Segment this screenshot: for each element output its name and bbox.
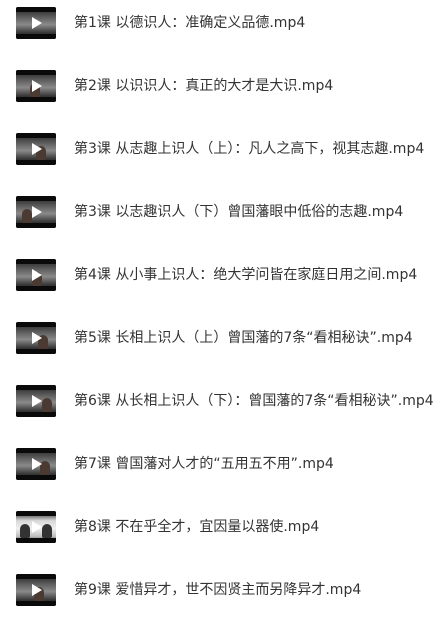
file-row-7[interactable]: 第6课 从长相上识人（下）：曾国藩的7条“看相秘诀”.mp4 bbox=[0, 381, 437, 421]
play-icon bbox=[32, 143, 42, 155]
play-icon bbox=[32, 584, 42, 596]
video-thumbnail[interactable] bbox=[16, 322, 56, 354]
play-icon bbox=[32, 17, 42, 29]
play-icon bbox=[32, 395, 42, 407]
file-row-1[interactable]: 第1课 以德识人：准确定义品德.mp4 bbox=[0, 3, 437, 43]
file-row-5[interactable]: 第4课 从小事上识人：绝大学问皆在家庭日用之间.mp4 bbox=[0, 255, 437, 295]
file-row-8[interactable]: 第7课 曾国藩对人才的“五用五不用”.mp4 bbox=[0, 444, 437, 484]
file-row-6[interactable]: 第5课 长相上识人（上）曾国藩的7条“看相秘诀”.mp4 bbox=[0, 318, 437, 358]
file-row-9[interactable]: 第8课 不在乎全才，宜因量以器使.mp4 bbox=[0, 507, 437, 547]
video-thumbnail[interactable] bbox=[16, 7, 56, 39]
play-icon bbox=[32, 206, 42, 218]
file-name[interactable]: 第4课 从小事上识人：绝大学问皆在家庭日用之间.mp4 bbox=[74, 265, 417, 285]
video-thumbnail[interactable] bbox=[16, 196, 56, 228]
file-name[interactable]: 第7课 曾国藩对人才的“五用五不用”.mp4 bbox=[74, 454, 334, 474]
file-row-2[interactable]: 第2课 以识识人：真正的大才是大识.mp4 bbox=[0, 66, 437, 106]
play-icon bbox=[32, 80, 42, 92]
file-row-4[interactable]: 第3课 以志趣识人（下）曾国藩眼中低俗的志趣.mp4 bbox=[0, 192, 437, 232]
video-thumbnail[interactable] bbox=[16, 385, 56, 417]
file-name[interactable]: 第2课 以识识人：真正的大才是大识.mp4 bbox=[74, 76, 333, 96]
file-name[interactable]: 第1课 以德识人：准确定义品德.mp4 bbox=[74, 13, 305, 33]
video-thumbnail[interactable] bbox=[16, 70, 56, 102]
video-thumbnail[interactable] bbox=[16, 574, 56, 606]
play-icon bbox=[32, 521, 42, 533]
play-icon bbox=[32, 458, 42, 470]
file-name[interactable]: 第3课 以志趣识人（下）曾国藩眼中低俗的志趣.mp4 bbox=[74, 202, 403, 222]
file-name[interactable]: 第9课 爱惜异才，世不因贤主而另降异才.mp4 bbox=[74, 580, 361, 600]
file-name[interactable]: 第5课 长相上识人（上）曾国藩的7条“看相秘诀”.mp4 bbox=[74, 328, 413, 348]
video-file-list: 第1课 以德识人：准确定义品德.mp4 第2课 以识识人：真正的大才是大识.mp… bbox=[0, 0, 437, 620]
play-icon bbox=[32, 269, 42, 281]
video-thumbnail[interactable] bbox=[16, 448, 56, 480]
play-icon bbox=[32, 332, 42, 344]
video-thumbnail[interactable] bbox=[16, 133, 56, 165]
file-row-3[interactable]: 第3课 从志趣上识人（上）：凡人之高下，视其志趣.mp4 bbox=[0, 129, 437, 169]
file-name[interactable]: 第3课 从志趣上识人（上）：凡人之高下，视其志趣.mp4 bbox=[74, 139, 424, 159]
file-row-10[interactable]: 第9课 爱惜异才，世不因贤主而另降异才.mp4 bbox=[0, 570, 437, 610]
video-thumbnail[interactable] bbox=[16, 259, 56, 291]
video-thumbnail[interactable] bbox=[16, 511, 56, 543]
file-name[interactable]: 第8课 不在乎全才，宜因量以器使.mp4 bbox=[74, 517, 319, 537]
file-name[interactable]: 第6课 从长相上识人（下）：曾国藩的7条“看相秘诀”.mp4 bbox=[74, 391, 434, 411]
